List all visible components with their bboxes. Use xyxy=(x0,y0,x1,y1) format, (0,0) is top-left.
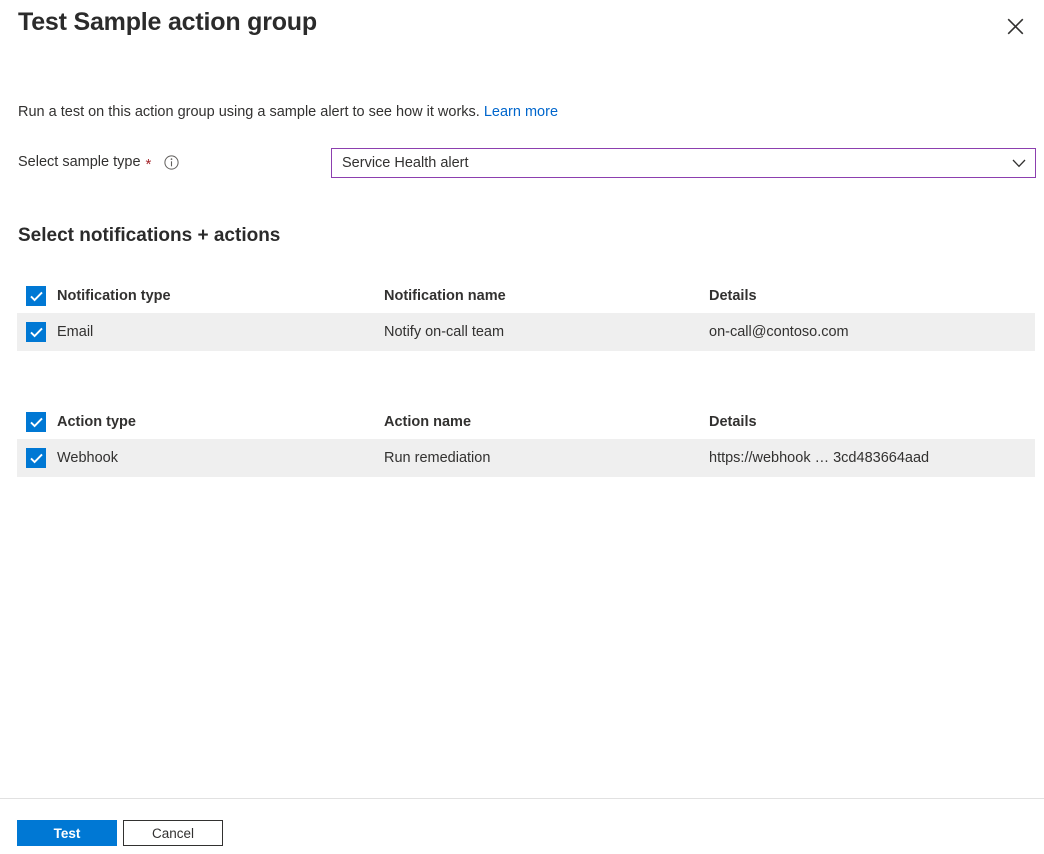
sample-type-dropdown[interactable]: Service Health alert xyxy=(331,148,1036,178)
notification-name-cell: Notify on-call team xyxy=(384,323,709,341)
notifications-grid: Notification type Notification name Deta… xyxy=(17,279,1035,351)
sample-type-label-group: Select sample type * xyxy=(18,154,179,170)
column-header-label: Details xyxy=(709,288,757,304)
sample-type-field-row: Select sample type * Service Health aler… xyxy=(0,148,1044,182)
notifications-col-name-header: Notification name xyxy=(384,287,709,305)
blade-header: Test Sample action group xyxy=(0,0,1044,62)
column-header-label: Details xyxy=(709,414,757,430)
notification-details-cell: on-call@contoso.com xyxy=(709,323,1035,341)
cancel-button[interactable]: Cancel xyxy=(123,820,223,846)
notifications-col-details-header: Details xyxy=(709,287,1035,305)
close-button[interactable] xyxy=(998,9,1032,43)
column-header-label: Action name xyxy=(384,414,471,430)
learn-more-link[interactable]: Learn more xyxy=(484,104,558,120)
sample-type-selected-value: Service Health alert xyxy=(332,155,1003,171)
notification-type-cell: Email xyxy=(57,323,384,341)
notifications-select-all-cell xyxy=(17,286,57,306)
notification-name-value: Notify on-call team xyxy=(384,324,504,340)
action-row-checkbox[interactable] xyxy=(26,448,46,468)
actions-grid: Action type Action name Details Webhook xyxy=(17,405,1035,477)
notifications-col-type-header: Notification type xyxy=(57,287,384,305)
row-select-cell xyxy=(17,322,57,342)
action-details-cell: https://webhook … 3cd483664aad xyxy=(709,449,1035,467)
notifications-header-row: Notification type Notification name Deta… xyxy=(17,279,1035,313)
required-asterisk: * xyxy=(146,157,152,172)
action-type-cell: Webhook xyxy=(57,449,384,467)
page-title: Test Sample action group xyxy=(18,8,317,37)
column-header-label: Notification name xyxy=(384,288,506,304)
actions-col-type-header: Action type xyxy=(57,413,384,431)
actions-col-name-header: Action name xyxy=(384,413,709,431)
close-icon xyxy=(1007,18,1024,35)
test-action-group-blade: Test Sample action group Run a test on t… xyxy=(0,0,1044,854)
actions-select-all-cell xyxy=(17,412,57,432)
notification-row-checkbox[interactable] xyxy=(26,322,46,342)
action-name-cell: Run remediation xyxy=(384,449,709,467)
test-button[interactable]: Test xyxy=(17,820,117,846)
action-type-value: Webhook xyxy=(57,450,118,466)
section-heading: Select notifications + actions xyxy=(18,225,280,247)
column-header-label: Notification type xyxy=(57,288,171,304)
actions-select-all-checkbox[interactable] xyxy=(26,412,46,432)
sample-type-label: Select sample type xyxy=(18,154,141,170)
table-row[interactable]: Email Notify on-call team on-call@contos… xyxy=(17,313,1035,351)
info-icon[interactable] xyxy=(163,154,179,170)
notifications-select-all-checkbox[interactable] xyxy=(26,286,46,306)
chevron-down-icon xyxy=(1003,159,1035,168)
description-label: Run a test on this action group using a … xyxy=(18,104,480,120)
row-select-cell xyxy=(17,448,57,468)
description-text: Run a test on this action group using a … xyxy=(18,102,558,122)
notification-type-value: Email xyxy=(57,324,93,340)
action-name-value: Run remediation xyxy=(384,450,490,466)
actions-col-details-header: Details xyxy=(709,413,1035,431)
blade-footer: Test Cancel xyxy=(0,799,1044,854)
action-details-value: https://webhook … 3cd483664aad xyxy=(709,450,929,466)
table-row[interactable]: Webhook Run remediation https://webhook … xyxy=(17,439,1035,477)
notification-details-value: on-call@contoso.com xyxy=(709,324,849,340)
column-header-label: Action type xyxy=(57,414,136,430)
actions-header-row: Action type Action name Details xyxy=(17,405,1035,439)
